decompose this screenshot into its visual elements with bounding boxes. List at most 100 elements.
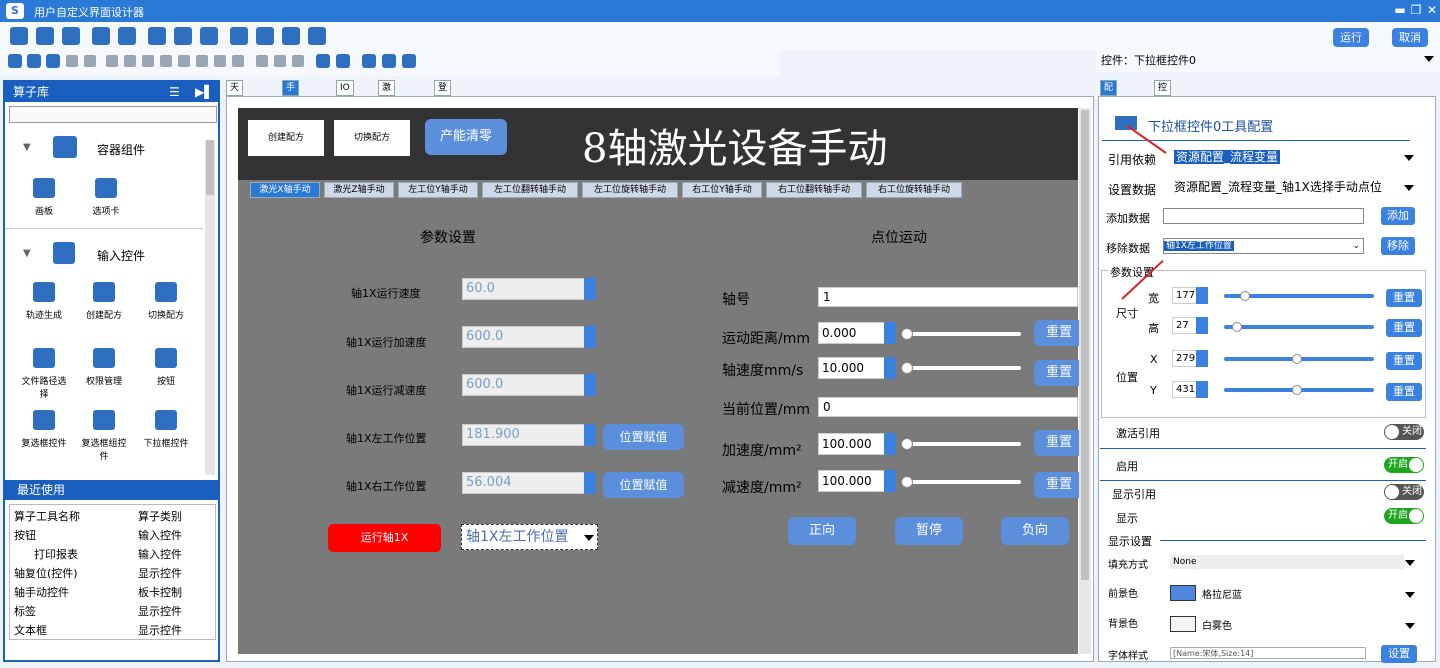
chevron-down-icon[interactable] bbox=[1404, 185, 1414, 191]
assign-right-button[interactable]: 位置赋值 bbox=[603, 472, 684, 498]
tile-create-recipe[interactable]: 创建配方 bbox=[79, 282, 129, 321]
toolbox-icon[interactable] bbox=[92, 27, 110, 45]
cut-icon[interactable] bbox=[27, 54, 41, 68]
show-toggle[interactable]: 开启 bbox=[1384, 508, 1424, 524]
warning-icon[interactable] bbox=[282, 27, 300, 45]
reset-button[interactable]: 重置 bbox=[1386, 383, 1422, 401]
undo-icon[interactable] bbox=[66, 55, 78, 67]
acc-input2[interactable]: 100.000 bbox=[818, 433, 896, 455]
slider-knob[interactable] bbox=[1232, 322, 1242, 332]
set-select[interactable]: 资源配置_流程变量_轴1X选择手动点位 bbox=[1174, 178, 1418, 196]
tab-login[interactable]: 登录 bbox=[434, 80, 452, 107]
remove-select[interactable]: 轴1X左工作位置 ⌄ bbox=[1163, 238, 1364, 254]
align-top-icon[interactable] bbox=[142, 55, 154, 67]
fill-select[interactable]: None bbox=[1170, 555, 1404, 569]
remove-button[interactable]: 移除 bbox=[1381, 237, 1415, 255]
forward-button[interactable]: 正向 bbox=[788, 517, 856, 545]
align-right-icon[interactable] bbox=[178, 55, 190, 67]
scroll-thumb[interactable] bbox=[206, 140, 214, 195]
subtab-4[interactable]: 左工位旋转轴手动 bbox=[582, 182, 678, 198]
cancel-button[interactable]: 取消 bbox=[1392, 28, 1428, 47]
reset-button[interactable]: 重置 bbox=[1386, 289, 1422, 307]
camera-icon[interactable] bbox=[230, 27, 248, 45]
subtab-6[interactable]: 右工位翻转轴手动 bbox=[766, 182, 862, 198]
slider-knob[interactable] bbox=[901, 438, 913, 450]
close-icon[interactable]: ✕ bbox=[1425, 3, 1439, 17]
dec-slider[interactable] bbox=[901, 476, 1021, 488]
y-slider[interactable] bbox=[1224, 385, 1374, 395]
eye-icon[interactable] bbox=[148, 27, 166, 45]
share-icon[interactable] bbox=[174, 27, 192, 45]
chevron-down-icon[interactable]: ▼ bbox=[23, 142, 31, 153]
chevron-down-icon[interactable]: ▼ bbox=[23, 248, 31, 259]
subtab-1[interactable]: 激光Z轴手动 bbox=[324, 182, 394, 198]
tile-canvas[interactable]: 画板 bbox=[19, 178, 69, 217]
maximize-icon[interactable]: ❐ bbox=[1409, 3, 1423, 17]
align-bottom-icon[interactable] bbox=[196, 55, 208, 67]
new-icon[interactable] bbox=[10, 27, 28, 45]
chevron-down-icon[interactable] bbox=[1424, 56, 1434, 62]
width-input[interactable]: 177 bbox=[1172, 287, 1208, 304]
create-recipe-button[interactable]: 创建配方 bbox=[248, 120, 324, 156]
tile-checkbox[interactable]: 复选框控件 bbox=[19, 410, 69, 449]
ref-select[interactable]: 资源配置_流程变量 bbox=[1174, 148, 1418, 166]
acc-input[interactable]: 600.0 bbox=[462, 326, 596, 348]
recent-row[interactable]: 打印报表 输入控件 bbox=[34, 545, 234, 564]
delete-icon[interactable] bbox=[382, 54, 396, 68]
fg-swatch[interactable] bbox=[1170, 585, 1196, 601]
acc-slider[interactable] bbox=[901, 438, 1021, 450]
spinner-icon[interactable] bbox=[584, 326, 596, 348]
spinner-icon[interactable] bbox=[1196, 350, 1208, 367]
chevron-down-icon[interactable]: ⌄ bbox=[1352, 239, 1360, 253]
tab-manual[interactable]: 手动界面 bbox=[282, 80, 300, 135]
scroll-thumb[interactable] bbox=[1081, 110, 1089, 580]
pause-button[interactable]: 暂停 bbox=[895, 517, 963, 545]
grid-icon[interactable] bbox=[308, 27, 326, 45]
spinner-icon[interactable] bbox=[884, 470, 896, 492]
send-back-icon[interactable] bbox=[336, 54, 350, 68]
font-set-button[interactable]: 设置 bbox=[1381, 645, 1417, 663]
right-pos-input[interactable]: 56.004 bbox=[462, 472, 596, 494]
slider-knob[interactable] bbox=[1292, 354, 1302, 364]
tile-checkbox-group[interactable]: 复选框组控件 bbox=[79, 410, 129, 462]
recent-row[interactable]: 按钮 输入控件 bbox=[14, 526, 214, 545]
redo-icon[interactable] bbox=[84, 55, 96, 67]
dist-input[interactable]: 0.000 bbox=[818, 322, 896, 344]
menu-icon[interactable]: ☰ bbox=[169, 82, 180, 102]
spinner-icon[interactable] bbox=[884, 433, 896, 455]
add-button[interactable]: 添加 bbox=[1381, 207, 1415, 225]
run-axis-button[interactable]: 运行轴1X bbox=[328, 524, 441, 552]
chevron-down-icon[interactable] bbox=[1405, 592, 1415, 598]
reset-button[interactable]: 重置 bbox=[1386, 319, 1422, 337]
recent-row[interactable]: 标签 显示控件 bbox=[14, 602, 214, 621]
open-folder-icon[interactable] bbox=[36, 27, 54, 45]
x-input[interactable]: 279 bbox=[1172, 350, 1208, 367]
speed-input[interactable]: 60.0 bbox=[462, 278, 596, 300]
spinner-icon[interactable] bbox=[1196, 381, 1208, 398]
spinner-icon[interactable] bbox=[884, 322, 896, 344]
tile-trajectory[interactable]: 轨迹生成 bbox=[19, 282, 69, 321]
bring-front-icon[interactable] bbox=[316, 54, 330, 68]
add-input[interactable] bbox=[1163, 208, 1364, 224]
spinner-icon[interactable] bbox=[1196, 287, 1208, 304]
subtab-3[interactable]: 左工位翻转轴手动 bbox=[482, 182, 578, 198]
tile-button[interactable]: 按钮 bbox=[141, 348, 191, 387]
fit-icon[interactable] bbox=[292, 55, 304, 67]
align-middle-icon[interactable] bbox=[160, 55, 172, 67]
tile-permission[interactable]: 权限管理 bbox=[79, 348, 129, 387]
chevron-down-icon[interactable] bbox=[1404, 155, 1414, 161]
subtab-0[interactable]: 激光X轴手动 bbox=[250, 182, 320, 198]
slider-knob[interactable] bbox=[901, 476, 913, 488]
speed-slider[interactable] bbox=[901, 362, 1021, 374]
copy-icon[interactable] bbox=[46, 54, 60, 68]
enable-toggle[interactable]: 开启 bbox=[1384, 457, 1424, 473]
clear-output-button[interactable]: 产能清零 bbox=[425, 119, 507, 155]
align-left-icon[interactable] bbox=[106, 55, 118, 67]
spinner-icon[interactable] bbox=[584, 278, 596, 300]
reset-button[interactable]: 重置 bbox=[1034, 320, 1084, 346]
slider-knob[interactable] bbox=[901, 328, 913, 340]
check-icon[interactable] bbox=[362, 54, 376, 68]
align-center-icon[interactable] bbox=[124, 55, 136, 67]
slider-knob[interactable] bbox=[1240, 291, 1250, 301]
tab-outline[interactable]: 控件大纲 bbox=[1154, 80, 1172, 135]
